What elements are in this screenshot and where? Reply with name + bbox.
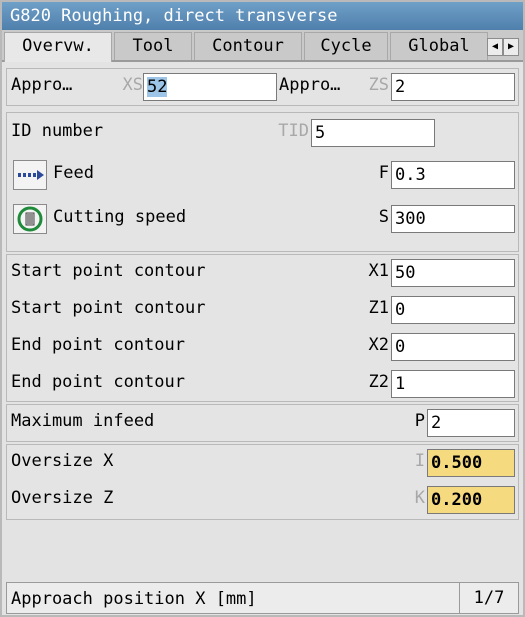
tool-section: ID number TID 5 Feed F 0.3 Cutting speed… [6, 112, 519, 252]
tab-tool[interactable]: Tool [114, 32, 192, 60]
cutting-speed-symbol: S [378, 207, 389, 227]
end-point-z-field[interactable]: 1 [391, 370, 515, 398]
contour-symbol: Z1 [368, 298, 389, 318]
tab-scroll-right-icon[interactable]: ▶ [503, 38, 519, 56]
contour-section: Start point contour X1 50 Start point co… [6, 254, 519, 402]
tab-scroll-left-icon[interactable]: ◀ [487, 38, 503, 56]
tab-global[interactable]: Global [390, 32, 488, 60]
status-bar: Approach position X [mm] 1/7 [6, 582, 519, 614]
infeed-section: Maximum infeed P 2 [6, 404, 519, 442]
tab-cycle[interactable]: Cycle [304, 32, 388, 60]
id-number-label: ID number [11, 121, 104, 141]
id-number-symbol: TID [278, 121, 309, 141]
cutting-speed-label: Cutting speed [53, 207, 187, 227]
id-number-field[interactable]: 5 [311, 119, 435, 147]
tab-bar: Overvw. Tool Contour Cycle Global ◀ ▶ [2, 30, 523, 62]
tab-contour[interactable]: Contour [194, 32, 302, 60]
maximum-infeed-symbol: P [414, 411, 425, 431]
oversize-x-field[interactable]: 0.500 [427, 449, 515, 477]
start-point-x-field[interactable]: 50 [391, 259, 515, 287]
contour-label: Start point contour [11, 298, 206, 318]
approach-section: Appro… XS 52 Appro… ZS 2 [6, 68, 519, 106]
oversize-z-label: Oversize Z [11, 488, 114, 508]
oversize-x-label: Oversize X [11, 451, 114, 471]
status-text: Approach position X [mm] [11, 589, 257, 609]
approach-x-symbol: XS [122, 75, 143, 95]
cutting-speed-field[interactable]: 300 [391, 205, 515, 233]
tab-scroll: ◀ ▶ [487, 38, 519, 56]
contour-symbol: X1 [368, 261, 389, 281]
cutting-speed-icon [13, 204, 47, 234]
start-point-z-field[interactable]: 0 [391, 296, 515, 324]
maximum-infeed-field[interactable]: 2 [427, 409, 515, 437]
contour-label: End point contour [11, 335, 185, 355]
approach-z-field[interactable]: 2 [391, 73, 515, 101]
oversize-section: Oversize X I 0.500 Oversize Z K 0.200 [6, 444, 519, 520]
approach-z-symbol: ZS [368, 75, 389, 95]
window-title: G820 Roughing, direct transverse [2, 2, 523, 30]
contour-symbol: X2 [368, 335, 389, 355]
page-indicator: 1/7 [459, 583, 518, 613]
feed-label: Feed [53, 163, 94, 183]
contour-label: End point contour [11, 372, 185, 392]
feed-symbol: F [378, 163, 389, 183]
oversize-z-symbol: K [414, 488, 425, 508]
oversize-z-field[interactable]: 0.200 [427, 486, 515, 514]
approach-x-label: Appro… [11, 75, 73, 95]
feed-field[interactable]: 0.3 [391, 161, 515, 189]
approach-z-label: Appro… [279, 75, 341, 95]
feed-arrow-icon [13, 160, 47, 190]
approach-x-field[interactable]: 52 [143, 73, 277, 101]
oversize-x-symbol: I [414, 451, 425, 471]
contour-label: Start point contour [11, 261, 206, 281]
end-point-x-field[interactable]: 0 [391, 333, 515, 361]
tab-overview[interactable]: Overvw. [4, 32, 112, 62]
maximum-infeed-label: Maximum infeed [11, 411, 155, 431]
dialog-window: G820 Roughing, direct transverse Overvw.… [0, 0, 525, 617]
contour-symbol: Z2 [368, 372, 389, 392]
